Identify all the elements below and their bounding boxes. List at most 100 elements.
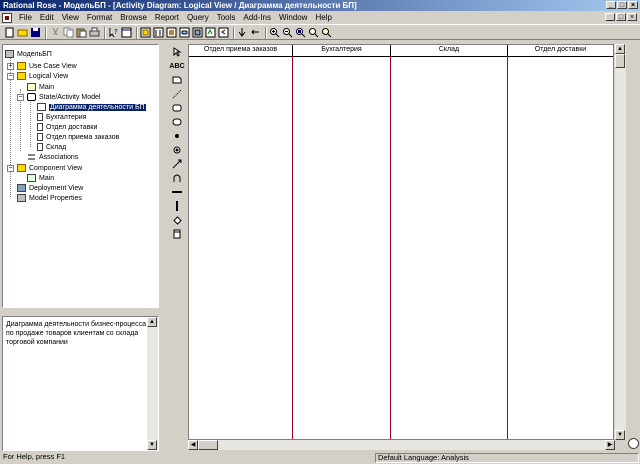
menu-report[interactable]: Report	[151, 11, 183, 24]
activity-diagram-canvas[interactable]: Отдел приема заказов Бухгалтерия Склад О…	[188, 44, 614, 440]
diagram-horizontal-scrollbar[interactable]: ◀ ▶	[188, 440, 615, 450]
zoom-in-icon[interactable]	[269, 27, 280, 38]
component-diagram-icon	[27, 174, 36, 182]
tree-node-swimlane-orders[interactable]: Отдел приема заказов	[37, 132, 119, 142]
text-box-icon[interactable]: ABC	[169, 60, 184, 72]
browse-parent-icon[interactable]	[205, 27, 216, 38]
documentation-text[interactable]: Диаграмма деятельности бизнес-процесса п…	[6, 320, 146, 347]
tree-node-use-case-view[interactable]: Use Case View	[17, 61, 77, 71]
scroll-up-icon[interactable]: ▲	[147, 317, 157, 327]
documentation-pane[interactable]: Диаграмма деятельности бизнес-процесса п…	[2, 316, 159, 451]
transition-icon[interactable]	[171, 158, 183, 170]
tree-node-state-activity-model[interactable]: State/Activity Model	[27, 92, 100, 102]
standard-toolbar: ?	[0, 24, 640, 40]
tree-node-component-view[interactable]: Component View	[17, 163, 82, 173]
tree-node-main-class-diagram[interactable]: Main	[27, 82, 54, 92]
scroll-down-icon[interactable]: ▼	[615, 430, 625, 440]
back-arrow-icon[interactable]	[250, 27, 261, 38]
activity-icon[interactable]	[171, 116, 183, 128]
swimlane-header-orders[interactable]: Отдел приема заказов	[189, 45, 292, 57]
tree-node-main-component-diagram[interactable]: Main	[27, 173, 54, 183]
tree-node-swimlane-warehouse[interactable]: Склад	[37, 142, 66, 152]
scroll-thumb[interactable]	[198, 440, 218, 450]
maximize-button[interactable]: □	[617, 1, 627, 9]
scroll-down-icon[interactable]: ▼	[147, 440, 157, 450]
zoom-to-selection-icon[interactable]	[237, 27, 248, 38]
anchor-note-icon[interactable]	[171, 88, 183, 100]
menu-file[interactable]: File	[15, 11, 36, 24]
view-documentation-icon[interactable]	[121, 27, 132, 38]
open-icon[interactable]	[17, 27, 28, 38]
mdi-restore-button[interactable]: □	[616, 13, 626, 21]
tree-node-swimlane-delivery[interactable]: Отдел доставки	[37, 122, 97, 132]
title-bar: Rational Rose - МодельБП - [Activity Dia…	[0, 0, 640, 11]
new-icon[interactable]	[4, 27, 15, 38]
collapse-logical-view[interactable]: −	[7, 73, 14, 80]
diagram-vertical-scrollbar[interactable]: ▲ ▼	[615, 44, 626, 440]
expand-use-case-view[interactable]: +	[7, 63, 14, 70]
browse-state-diagram-icon[interactable]	[179, 27, 190, 38]
status-help-text: For Help, press F1	[3, 452, 66, 461]
decision-icon[interactable]	[171, 214, 183, 226]
start-state-icon[interactable]	[171, 130, 183, 142]
menu-tools[interactable]: Tools	[213, 11, 240, 24]
swimlane-header-warehouse[interactable]: Склад	[391, 45, 507, 57]
menu-browse[interactable]: Browse	[116, 11, 151, 24]
paste-icon[interactable]	[76, 27, 87, 38]
scroll-right-icon[interactable]: ▶	[605, 440, 615, 450]
vertical-sync-icon[interactable]	[171, 200, 183, 212]
fit-in-window-icon[interactable]	[295, 27, 306, 38]
document-control-icon[interactable]	[2, 12, 12, 23]
menu-view[interactable]: View	[58, 11, 83, 24]
print-icon[interactable]	[89, 27, 100, 38]
swimlane-header-delivery[interactable]: Отдел доставки	[508, 45, 613, 57]
menu-query[interactable]: Query	[183, 11, 213, 24]
browse-component-diagram-icon[interactable]	[166, 27, 177, 38]
tree-node-model-properties[interactable]: Model Properties	[17, 193, 82, 203]
context-help-icon[interactable]: ?	[108, 27, 119, 38]
browse-previous-diagram-icon[interactable]	[218, 27, 229, 38]
navigation-icon[interactable]	[628, 438, 639, 449]
scroll-thumb[interactable]	[615, 54, 625, 68]
browse-deployment-diagram-icon[interactable]	[192, 27, 203, 38]
scroll-left-icon[interactable]: ◀	[188, 440, 198, 450]
cut-icon[interactable]	[50, 27, 61, 38]
menu-add-ins[interactable]: Add-Ins	[239, 11, 275, 24]
horizontal-sync-icon[interactable]	[171, 186, 183, 198]
menu-help[interactable]: Help	[311, 11, 335, 24]
save-icon[interactable]	[30, 27, 41, 38]
copy-icon[interactable]	[63, 27, 74, 38]
minimize-button[interactable]: _	[606, 1, 616, 9]
tree-node-swimlane-accounting[interactable]: Бухгалтерия	[37, 112, 86, 122]
find-icon[interactable]	[321, 27, 332, 38]
zoom-out-icon[interactable]	[282, 27, 293, 38]
tree-node-model[interactable]: МодельБП	[5, 49, 52, 59]
collapse-state-activity-model[interactable]: −	[17, 94, 24, 101]
note-icon[interactable]	[171, 74, 183, 86]
doc-vertical-scrollbar[interactable]: ▲ ▼	[147, 317, 158, 450]
swimlane-icon	[37, 143, 43, 151]
menu-format[interactable]: Format	[83, 11, 116, 24]
collapse-component-view[interactable]: −	[7, 165, 14, 172]
close-button[interactable]: ×	[628, 1, 638, 9]
menu-edit[interactable]: Edit	[36, 11, 58, 24]
state-model-icon	[27, 93, 36, 101]
undo-fit-icon[interactable]	[308, 27, 319, 38]
self-transition-icon[interactable]	[171, 172, 183, 184]
end-state-icon[interactable]	[171, 144, 183, 156]
swimlane-header-accounting[interactable]: Бухгалтерия	[293, 45, 390, 57]
menu-window[interactable]: Window	[275, 11, 311, 24]
associations-icon	[27, 153, 36, 161]
browse-class-diagram-icon[interactable]	[140, 27, 151, 38]
browse-interaction-diagram-icon[interactable]	[153, 27, 164, 38]
mdi-minimize-button[interactable]: _	[605, 13, 615, 21]
scroll-up-icon[interactable]: ▲	[615, 44, 625, 54]
tree-node-logical-view[interactable]: Logical View	[17, 71, 68, 81]
tree-node-deployment-view[interactable]: Deployment View	[17, 183, 83, 193]
swimlane-tool-icon[interactable]	[171, 228, 183, 240]
selection-arrow-icon[interactable]	[171, 46, 183, 58]
mdi-close-button[interactable]: ×	[627, 13, 637, 21]
state-icon[interactable]	[171, 102, 183, 114]
tree-node-associations[interactable]: Associations	[27, 152, 78, 162]
tree-node-activity-diagram[interactable]: Диаграмма деятельности БП	[37, 102, 146, 112]
